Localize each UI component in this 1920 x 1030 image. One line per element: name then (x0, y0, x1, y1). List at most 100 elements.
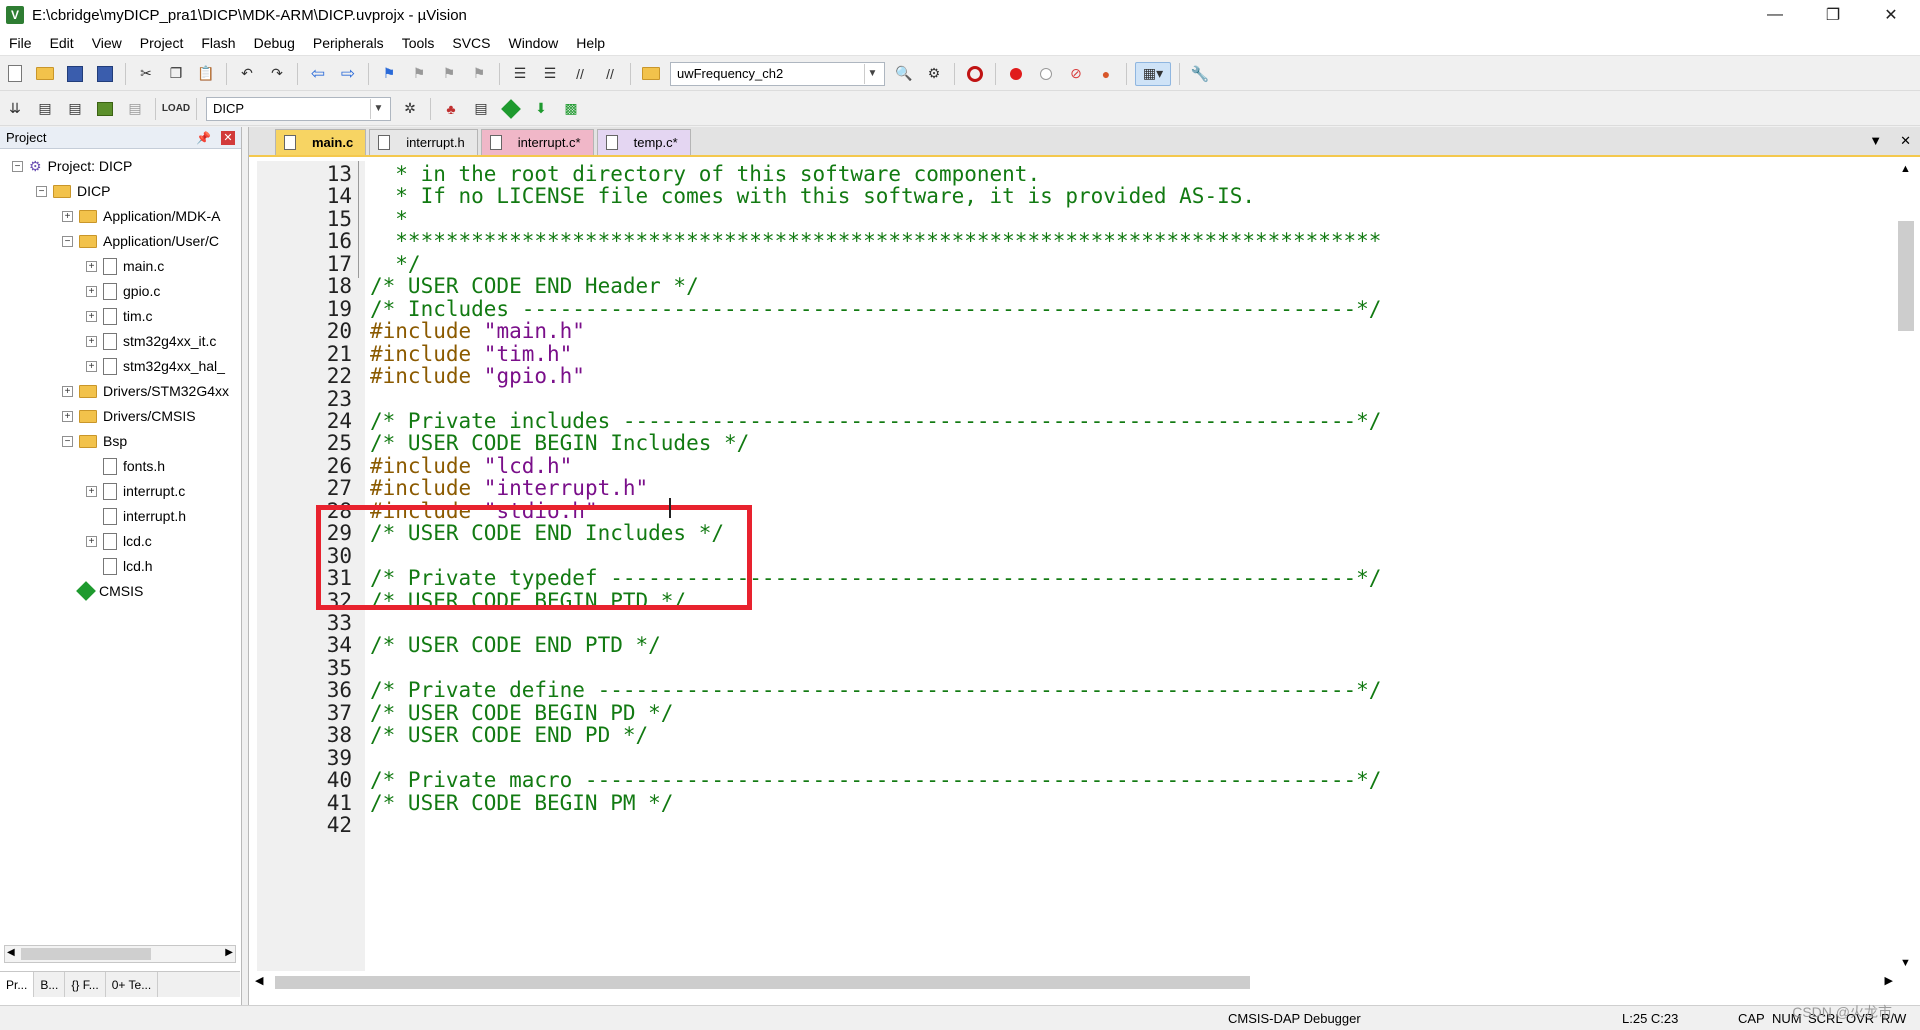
tree-item[interactable]: interrupt.h (86, 505, 186, 527)
menu-flash[interactable]: Flash (192, 35, 244, 51)
target-options-button[interactable]: ✲ (398, 97, 422, 121)
tab-books[interactable]: B... (34, 972, 66, 997)
menu-edit[interactable]: Edit (41, 35, 83, 51)
target-combo[interactable]: DICP ▼ (206, 96, 391, 121)
save-all-button[interactable] (93, 62, 117, 86)
collapse-icon[interactable]: − (36, 185, 47, 197)
menu-tools[interactable]: Tools (393, 35, 444, 51)
rebuild-button[interactable]: ▤ (63, 97, 87, 121)
tree-item[interactable]: + Drivers/CMSIS (62, 405, 196, 427)
paste-button[interactable]: 📋 (194, 62, 218, 86)
expand-icon[interactable]: + (86, 260, 97, 272)
scroll-up-icon[interactable]: ▲ (1900, 163, 1911, 175)
event-recorder-button[interactable]: ▩ (559, 97, 583, 121)
expand-icon[interactable]: + (62, 385, 73, 397)
debug-session-button[interactable] (963, 62, 987, 86)
close-button[interactable]: ✕ (1862, 0, 1920, 30)
minimize-button[interactable]: — (1746, 0, 1804, 30)
new-file-button[interactable] (3, 62, 27, 86)
scroll-left-icon[interactable]: ◀ (7, 947, 15, 958)
tree-item[interactable]: + tim.c (86, 305, 153, 327)
window-layout-button[interactable]: ▦▾ (1135, 61, 1171, 86)
bookmark-clear-button[interactable]: ⚑ (467, 62, 491, 86)
scroll-thumb[interactable] (21, 948, 151, 960)
tree-item[interactable]: + Drivers/STM32G4xx (62, 380, 229, 402)
editor-vertical-scrollbar[interactable]: ▲ ▼ (1896, 161, 1916, 971)
tree-item[interactable]: + main.c (86, 255, 164, 277)
stop-build-button[interactable]: ▤ (123, 97, 147, 121)
cut-button[interactable]: ✂ (134, 62, 158, 86)
tab-project[interactable]: Pr... (0, 972, 35, 997)
scroll-right-icon[interactable]: ▶ (1885, 974, 1893, 987)
manage-rte-button[interactable] (499, 97, 523, 121)
restore-button[interactable]: ❐ (1804, 0, 1862, 30)
find-in-files-button[interactable] (639, 62, 663, 86)
menu-file[interactable]: File (0, 35, 41, 51)
tab-temp-c[interactable]: temp.c* (596, 129, 691, 155)
tree-item[interactable]: − DICP (36, 180, 110, 202)
disable-all-breakpoints-button[interactable]: ⊘ (1064, 62, 1088, 86)
expand-icon[interactable]: + (86, 360, 97, 372)
scroll-down-icon[interactable]: ▼ (1900, 957, 1911, 969)
tree-item[interactable]: + stm32g4xx_hal_ (86, 355, 225, 377)
tree-item[interactable]: + stm32g4xx_it.c (86, 330, 216, 352)
expand-icon[interactable]: + (62, 210, 73, 222)
tree-item[interactable]: + Application/MDK-A (62, 205, 221, 227)
tree-item[interactable]: + gpio.c (86, 280, 160, 302)
expand-icon[interactable]: + (86, 535, 97, 547)
chevron-down-icon[interactable]: ▼ (370, 98, 386, 119)
manage-project-items-button[interactable]: ♣ (439, 97, 463, 121)
save-button[interactable] (63, 62, 87, 86)
bookmark-next-button[interactable]: ⚑ (437, 62, 461, 86)
select-packs-button[interactable]: ▤ (469, 97, 493, 121)
indent-button[interactable]: ☰ (508, 62, 532, 86)
translate-button[interactable]: ⇊ (3, 97, 27, 121)
kill-all-breakpoints-button[interactable]: ● (1094, 62, 1118, 86)
tree-item[interactable]: lcd.h (86, 555, 153, 577)
scroll-left-icon[interactable]: ◀ (255, 974, 263, 987)
expand-icon[interactable]: + (86, 310, 97, 322)
menu-window[interactable]: Window (500, 35, 568, 51)
disable-breakpoint-button[interactable] (1034, 62, 1058, 86)
tab-interrupt-c[interactable]: interrupt.c* (480, 129, 594, 155)
tree-item[interactable]: − Application/User/C (62, 230, 219, 252)
close-editor-icon[interactable]: ✕ (1900, 133, 1911, 149)
menu-project[interactable]: Project (131, 35, 193, 51)
tab-templates[interactable]: 0+ Te... (106, 972, 159, 997)
redo-button[interactable]: ↷ (265, 62, 289, 86)
nav-back-button[interactable]: ⇦ (306, 62, 330, 86)
bookmark-toggle-button[interactable]: ⚑ (377, 62, 401, 86)
copy-button[interactable]: ❐ (164, 62, 188, 86)
tree-item[interactable]: − Bsp (62, 430, 127, 452)
find-combo[interactable]: uwFrequency_ch2 ▼ (670, 61, 885, 86)
chevron-down-icon[interactable]: ▼ (864, 63, 880, 84)
tab-list-dropdown-icon[interactable]: ▼ (1869, 133, 1882, 149)
scroll-thumb[interactable] (1898, 221, 1914, 331)
tree-item[interactable]: CMSIS (62, 580, 143, 602)
scroll-right-icon[interactable]: ▶ (225, 947, 233, 958)
download-button[interactable]: LOAD (162, 97, 190, 121)
comment-button[interactable]: // (568, 62, 592, 86)
menu-view[interactable]: View (83, 35, 131, 51)
tab-interrupt-h[interactable]: interrupt.h (369, 129, 478, 155)
tab-functions[interactable]: {} F... (65, 972, 106, 997)
pin-icon[interactable]: 📌 (196, 131, 211, 145)
pack-installer-button[interactable]: ⬇ (529, 97, 553, 121)
batch-build-button[interactable] (93, 97, 117, 121)
build-button[interactable]: ▤ (33, 97, 57, 121)
tree-item[interactable]: − ⚙ Project: DICP (12, 155, 132, 177)
editor-horizontal-scrollbar[interactable]: ◀ ▶ (253, 972, 1895, 992)
nav-forward-button[interactable]: ⇨ (336, 62, 360, 86)
insert-breakpoint-button[interactable] (1004, 62, 1028, 86)
uncomment-button[interactable]: // (598, 62, 622, 86)
menu-help[interactable]: Help (567, 35, 614, 51)
expand-icon[interactable]: + (86, 485, 97, 497)
configure-button[interactable]: 🔧 (1188, 62, 1212, 86)
bookmark-prev-button[interactable]: ⚑ (407, 62, 431, 86)
tree-item[interactable]: + interrupt.c (86, 480, 185, 502)
tree-item[interactable]: + lcd.c (86, 530, 152, 552)
incremental-find-button[interactable]: ⚙ (922, 62, 946, 86)
tree-item[interactable]: fonts.h (86, 455, 165, 477)
menu-svcs[interactable]: SVCS (443, 35, 499, 51)
tab-main-c[interactable]: main.c (275, 129, 367, 155)
